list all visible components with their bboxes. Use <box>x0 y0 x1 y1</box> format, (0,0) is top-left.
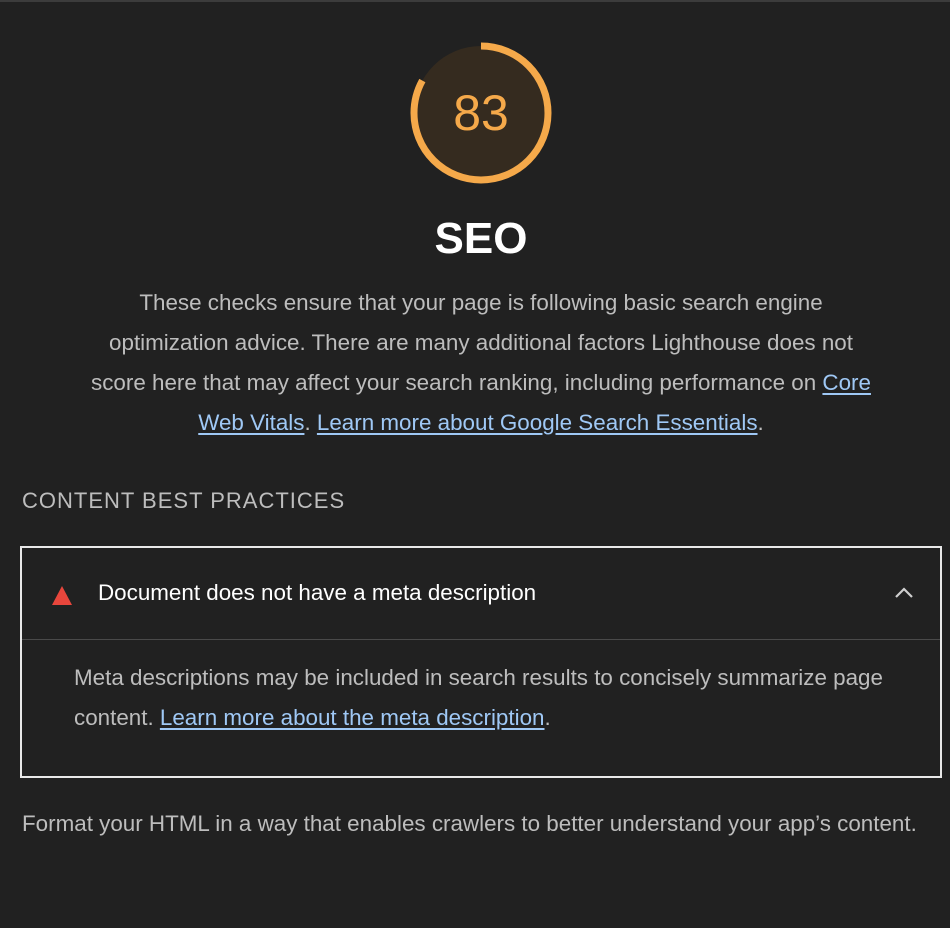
audit-title: Document does not have a meta descriptio… <box>98 580 537 605</box>
fail-triangle-icon <box>52 586 72 605</box>
group-description: Format your HTML in a way that enables c… <box>22 811 917 836</box>
category-title: SEO <box>434 214 528 263</box>
audit-summary[interactable]: Document does not have a meta descriptio… <box>22 548 940 640</box>
score-gauge[interactable]: 83 <box>408 40 554 186</box>
audit-body-end: . <box>544 705 551 730</box>
audit-meta-description: Document does not have a meta descriptio… <box>20 546 942 778</box>
description-separator: . <box>304 410 317 435</box>
chevron-up-icon[interactable] <box>894 585 914 599</box>
top-divider <box>0 0 950 2</box>
meta-description-link[interactable]: Learn more about the meta description <box>160 705 545 730</box>
description-end: . <box>757 410 764 435</box>
search-essentials-link[interactable]: Learn more about Google Search Essential… <box>317 410 758 435</box>
group-header: CONTENT BEST PRACTICES <box>22 488 346 513</box>
audit-description: Meta descriptions may be included in sea… <box>74 658 914 738</box>
score-value: 83 <box>453 85 509 141</box>
category-description: These checks ensure that your page is fo… <box>80 283 882 443</box>
description-text: These checks ensure that your page is fo… <box>91 290 853 395</box>
